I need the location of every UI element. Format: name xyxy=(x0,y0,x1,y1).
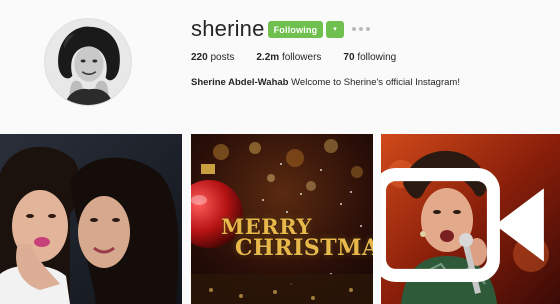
posts-count-value: 220 xyxy=(191,52,208,63)
following-count[interactable]: 70 following xyxy=(343,52,396,63)
profile-page: sherine Following ▾ 220 posts 2.2m follo… xyxy=(0,0,560,304)
video-camera-icon xyxy=(381,168,544,282)
christmas-text: CHRISTMAS xyxy=(235,235,373,261)
posts-count: 220 posts xyxy=(191,52,234,63)
ellipsis-dot-icon xyxy=(359,27,363,31)
profile-username: sherine xyxy=(191,16,265,41)
following-button[interactable]: Following xyxy=(268,21,323,38)
chevron-down-icon: ▾ xyxy=(333,26,337,33)
profile-bio: Sherine Abdel-Wahab Welcome to Sherine's… xyxy=(191,77,460,88)
followers-count[interactable]: 2.2m followers xyxy=(256,52,321,63)
followers-count-value: 2.2m xyxy=(256,52,280,63)
post-thumbnail[interactable] xyxy=(0,134,182,304)
following-count-label: following xyxy=(357,52,397,63)
following-count-value: 70 xyxy=(343,52,355,63)
post-photo xyxy=(0,134,182,304)
ellipsis-dot-icon xyxy=(366,27,370,31)
followers-count-label: followers xyxy=(281,52,322,63)
avatar-photo xyxy=(45,19,131,105)
posts-count-label: posts xyxy=(210,52,235,63)
post-thumbnail[interactable]: MERRY CHRISTMAS xyxy=(191,134,373,304)
ellipsis-dot-icon xyxy=(352,27,356,31)
profile-stats: 220 posts 2.2m followers 70 following xyxy=(191,52,418,63)
bio-text: Welcome to Sherine's official Instagram! xyxy=(291,77,460,88)
more-options-button[interactable] xyxy=(352,22,370,36)
profile-avatar[interactable] xyxy=(44,18,132,106)
follow-options-button[interactable]: ▾ xyxy=(326,21,344,38)
bio-full-name: Sherine Abdel-Wahab xyxy=(191,77,289,88)
post-thumbnail-video[interactable] xyxy=(381,134,560,304)
